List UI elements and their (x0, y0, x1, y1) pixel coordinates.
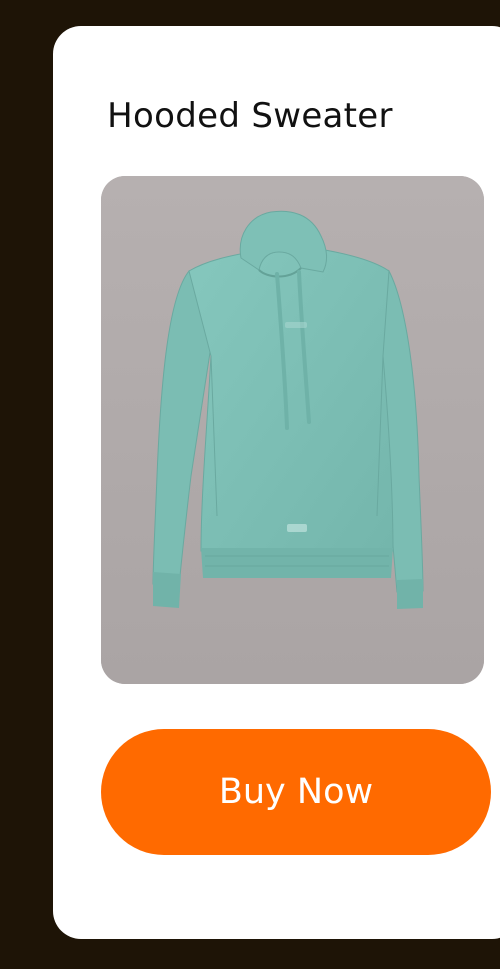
product-image (101, 176, 484, 684)
hoodie-illustration (101, 176, 484, 684)
buy-now-button[interactable]: Buy Now (101, 729, 491, 855)
product-title: Hooded Sweater (107, 96, 393, 136)
